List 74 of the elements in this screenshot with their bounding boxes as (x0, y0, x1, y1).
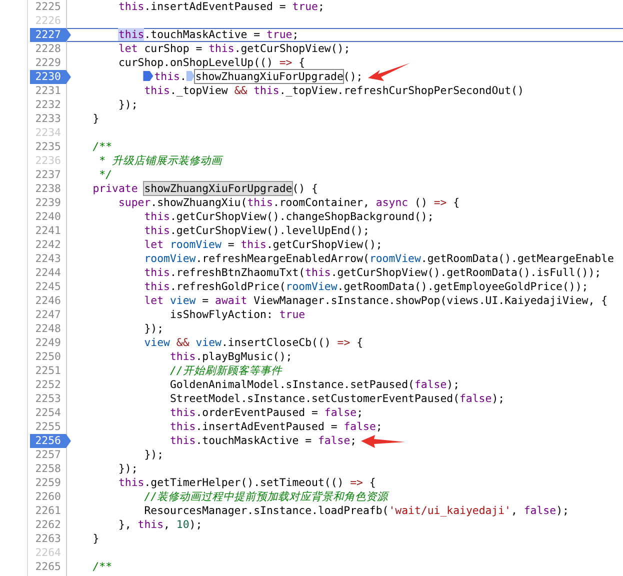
line-number[interactable]: 2257 (28, 448, 66, 462)
line-number[interactable]: 2258 (28, 462, 66, 476)
code-line: let roomView = this.getCurShopView(); (143, 238, 382, 251)
code-line: super.showZhuangXiu(this.roomContainer, async () => { (117, 196, 460, 209)
code-line: } (92, 112, 100, 125)
line-number[interactable]: 2261 (28, 504, 66, 518)
code-line: }); (117, 98, 138, 111)
line-number[interactable]: 2254 (28, 406, 66, 420)
code-line: this._topView && this._topView.refreshCurShopPerSecondOut() (143, 84, 524, 97)
line-number[interactable]: 2232 (28, 98, 66, 112)
line-number[interactable]: 2250 (28, 350, 66, 364)
code-line: this.touchMaskActive = false; (168, 434, 357, 447)
code-line: this.refreshGoldPrice(roomView.getRoomData().getEmployeeGoldPrice()); (143, 280, 588, 293)
code-line: this.playBgMusic(); (168, 350, 292, 363)
line-number[interactable]: 2244 (28, 266, 66, 280)
code-line: this.getCurShopView().levelUpEnd(); (143, 224, 370, 237)
code-line: let view = await ViewManager.sInstance.showPop(views.UI.KaiyedajiView, { (143, 294, 608, 307)
breakpoint-line-number[interactable]: 2227 (30, 28, 71, 42)
code-line: * 升级店铺展示装修动画 (98, 154, 222, 167)
code-line: /** (92, 560, 112, 573)
breakpoint-line-number[interactable]: 2256 (30, 434, 71, 448)
line-number[interactable]: 2237 (28, 168, 66, 182)
code-line: this.touchMaskActive = true; (117, 28, 299, 41)
code-line: let curShop = this.getCurShopView(); (117, 42, 350, 55)
code-line: //装修动画过程中提前预加载对应背景和角色资源 (143, 490, 388, 503)
code-line: ResourcesManager.sInstance.loadPreafb('wait/ui_kaiyedaji', false); (143, 504, 569, 517)
line-number[interactable]: 2228 (28, 42, 66, 56)
code-line: roomView.refreshMeargeEnabledArrow(roomView.getRoomData().getMeargeEnable (143, 252, 614, 265)
line-number[interactable]: 2262 (28, 518, 66, 532)
line-number[interactable]: 2251 (28, 364, 66, 378)
line-number[interactable]: 2265 (28, 560, 66, 574)
line-number[interactable]: 2242 (28, 238, 66, 252)
line-number[interactable]: 2247 (28, 308, 66, 322)
line-number[interactable]: 2259 (28, 476, 66, 490)
code-line: }); (143, 322, 164, 335)
line-number[interactable]: 2253 (28, 392, 66, 406)
code-line: this.refreshBtnZhaomuTxt(this.getCurShopView().getRoomData().isFull()); (143, 266, 602, 279)
line-number[interactable]: 2240 (28, 210, 66, 224)
code-line: GoldenAnimalModel.sInstance.setPaused(false); (168, 378, 460, 391)
line-number[interactable]: 2225 (28, 0, 66, 14)
line-number[interactable]: 2255 (28, 420, 66, 434)
code-line: this.insertAdEventPaused = false; (168, 420, 382, 433)
line-number[interactable]: 2233 (28, 112, 66, 126)
code-line: */ (98, 168, 112, 181)
code-line: private showZhuangXiuForUpgrade() { (92, 182, 318, 195)
line-number[interactable]: 2231 (28, 84, 66, 98)
code-line: }, this, 10); (117, 518, 202, 531)
line-number[interactable]: 2241 (28, 224, 66, 238)
code-line: this.getCurShopView().changeShopBackground(); (143, 210, 434, 223)
code-line: curShop.onShopLevelUp(() => { (117, 56, 306, 69)
line-number[interactable]: 2263 (28, 532, 66, 546)
line-number[interactable]: 2246 (28, 294, 66, 308)
line-number[interactable]: 2239 (28, 196, 66, 210)
line-number[interactable]: 2245 (28, 280, 66, 294)
line-number[interactable]: 2235 (28, 140, 66, 154)
code-line: this.insertAdEventPaused = true; (117, 0, 324, 13)
code-line: }); (143, 448, 164, 461)
code-line: this.getTimerHelper().setTimeout(() => { (117, 476, 376, 489)
code-line: //开始刷新顾客等事件 (168, 364, 282, 377)
line-number[interactable]: 2249 (28, 336, 66, 350)
line-number[interactable]: 2229 (28, 56, 66, 70)
code-line: StreetModel.sInstance.setCustomerEventPaused(false); (168, 392, 505, 405)
line-number[interactable]: 2252 (28, 378, 66, 392)
code-line: this.orderEventPaused = false; (168, 406, 364, 419)
code-line: isShowFlyAction: true (168, 308, 306, 321)
line-number[interactable]: 2238 (28, 182, 66, 196)
line-number[interactable]: 2243 (28, 252, 66, 266)
line-number[interactable]: 2260 (28, 490, 66, 504)
code-line: } (92, 532, 100, 545)
code-line: }); (117, 462, 138, 475)
code-line: view && view.insertCloseCb(() => { (143, 336, 364, 349)
breakpoint-line-number[interactable]: 2230 (30, 70, 71, 84)
line-number[interactable]: 2248 (28, 322, 66, 336)
code-line: /** (92, 140, 112, 153)
